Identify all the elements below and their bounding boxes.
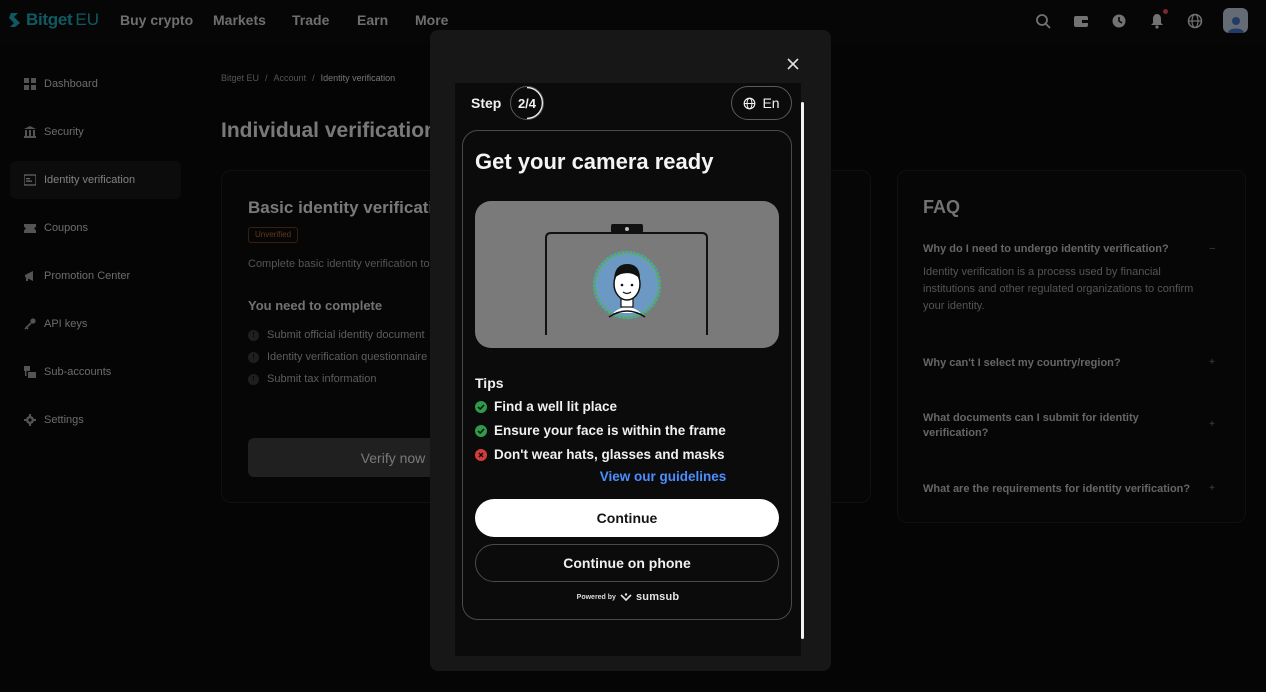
tip-item: Don't wear hats, glasses and masks [475,447,725,462]
powered-by-label: Powered by [576,593,616,601]
tips-heading: Tips [475,375,504,391]
tip-item: Find a well lit place [475,399,617,414]
sumsub-frame: Step 2/4 En Get your camera ready Tips F… [455,83,801,656]
provider-name: sumsub [635,591,680,603]
tip-label: Find a well lit place [494,399,618,414]
scrollbar[interactable] [801,102,804,639]
powered-by[interactable]: Powered by sumsub [463,591,793,603]
continue-button[interactable]: Continue [475,499,779,537]
continue-on-phone-button[interactable]: Continue on phone [475,544,779,582]
step-counter: 2/4 [510,86,544,120]
laptop-selfie-icon [545,224,708,335]
check-circle-icon [475,400,487,413]
language-label: En [762,95,780,111]
instructions-title: Get your camera ready [475,149,714,174]
error-circle-icon [475,448,487,461]
tip-item: Ensure your face is within the frame [475,423,726,438]
view-guidelines-link[interactable]: View our guidelines [463,469,793,484]
tip-label: Ensure your face is within the frame [494,423,726,438]
camera-instructions-card: Get your camera ready Tips Find a well l… [462,130,792,620]
tip-label: Don't wear hats, glasses and masks [494,447,725,462]
close-icon[interactable] [785,58,801,74]
sumsub-logo-icon [620,592,632,601]
step-label: Step [471,95,502,111]
verification-modal: Step 2/4 En Get your camera ready Tips F… [430,30,831,671]
language-button[interactable]: En [731,86,792,120]
check-circle-icon [475,424,487,437]
camera-illustration [475,201,779,348]
globe-icon [744,97,756,109]
